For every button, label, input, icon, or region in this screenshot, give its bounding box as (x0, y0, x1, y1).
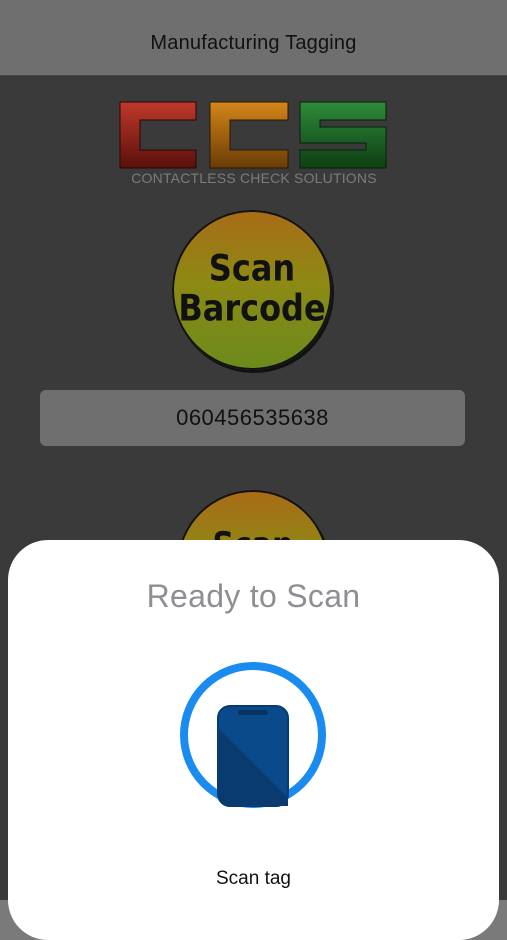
barcode-value-field[interactable]: 060456535638 (40, 390, 465, 446)
phone-nfc-icon (178, 660, 328, 810)
scan-barcode-label-line2: Barcode (178, 286, 326, 330)
page-title: Manufacturing Tagging (150, 32, 357, 54)
sheet-title: Ready to Scan (146, 578, 361, 614)
navigation-bar: Manufacturing Tagging (0, 0, 507, 76)
sheet-caption: Scan tag (216, 868, 291, 889)
logo-tagline: CONTACTLESS CHECK SOLUTIONS (131, 170, 377, 186)
ccs-logo: CONTACTLESS CHECK SOLUTIONS (112, 100, 396, 192)
scan-barcode-button[interactable]: Scan Barcode (172, 210, 332, 370)
ccs-logo-mark (119, 101, 387, 169)
nfc-scan-sheet: Ready to Scan Scan tag (8, 540, 499, 940)
